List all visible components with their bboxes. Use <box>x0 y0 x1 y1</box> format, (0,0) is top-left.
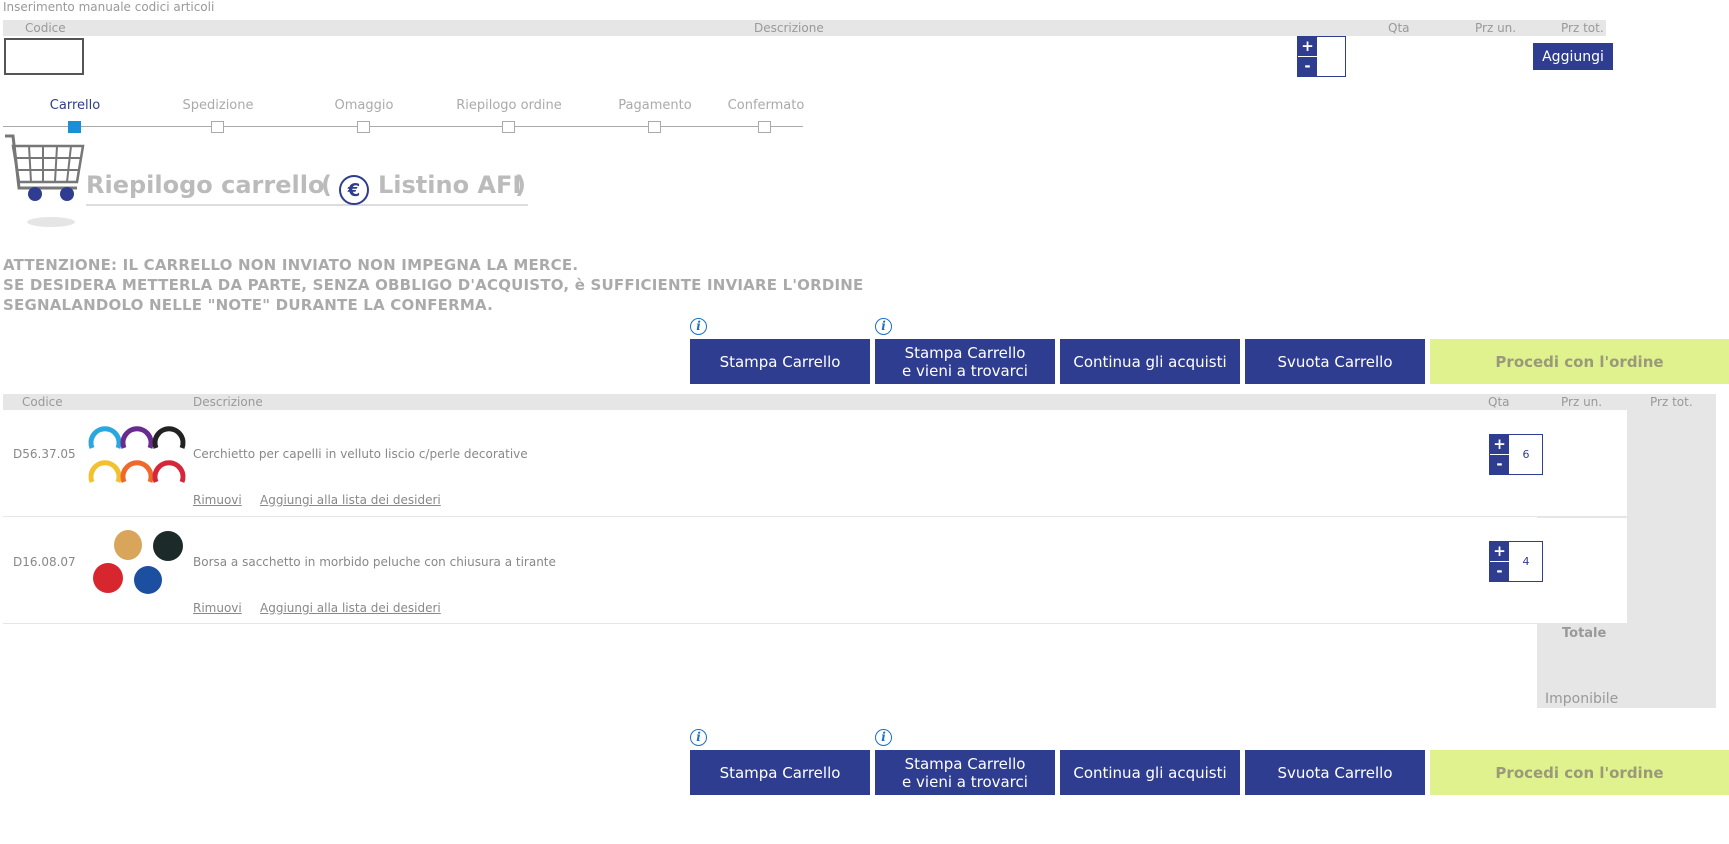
empty-cart-button[interactable]: Svuota Carrello <box>1245 339 1425 384</box>
manual-col-unit-price: Prz un. <box>1475 21 1517 35</box>
proceed-order-button[interactable]: Procedi con l'ordine <box>1430 750 1729 795</box>
remove-link[interactable]: Rimuovi <box>193 493 242 507</box>
row-description: Borsa a sacchetto in morbido peluche con… <box>193 555 556 569</box>
table-row <box>3 410 1627 517</box>
remove-link[interactable]: Rimuovi <box>193 601 242 615</box>
manual-col-total-price: Prz tot. <box>1561 21 1604 35</box>
table-row <box>3 518 1627 624</box>
manual-plus-button[interactable]: + <box>1298 37 1317 56</box>
wishlist-link[interactable]: Aggiungi alla lista dei desideri <box>260 493 441 507</box>
euro-icon: € <box>339 175 369 205</box>
proceed-order-button[interactable]: Procedi con l'ordine <box>1430 339 1729 384</box>
step-marker <box>502 121 515 133</box>
step-marker <box>758 121 771 133</box>
manual-entry-title: Inserimento manuale codici articoli <box>3 0 215 14</box>
cart-col-qty: Qta <box>1488 395 1510 409</box>
wishlist-link[interactable]: Aggiungi alla lista dei desideri <box>260 601 441 615</box>
steps-line <box>3 126 803 127</box>
total-label: Totale <box>1562 626 1607 641</box>
minus-button[interactable]: - <box>1490 562 1509 581</box>
listino-label: Listino AFI <box>378 171 522 199</box>
warning-line-1: ATTENZIONE: IL CARRELLO NON INVIATO NON … <box>3 256 579 274</box>
step-confermato: Confermato <box>727 98 805 113</box>
manual-col-qty: Qta <box>1388 21 1410 35</box>
product-image-bags <box>93 530 183 594</box>
warning-line-2: SE DESIDERA METTERLA DA PARTE, SENZA OBB… <box>3 276 864 294</box>
step-marker <box>648 121 661 133</box>
product-image-headbands <box>88 426 186 483</box>
info-icon[interactable]: i <box>875 729 892 746</box>
plus-button[interactable]: + <box>1490 435 1509 454</box>
continue-shopping-button[interactable]: Continua gli acquisti <box>1060 339 1240 384</box>
row-code: D16.08.07 <box>13 555 76 569</box>
step-riepilogo: Riepilogo ordine <box>456 98 562 113</box>
step-carrello: Carrello <box>49 98 101 113</box>
page-title: Riepilogo carrello <box>86 171 325 199</box>
cart-col-unit-price: Prz un. <box>1561 395 1603 409</box>
print-visit-line-2: e vieni a trovarci <box>902 772 1028 791</box>
add-button[interactable]: Aggiungi <box>1533 43 1613 70</box>
cart-col-code: Codice <box>22 395 63 409</box>
cart-icon <box>5 134 85 227</box>
manual-col-code: Codice <box>25 21 66 35</box>
print-visit-button[interactable]: Stampa Carrello e vieni a trovarci <box>875 339 1055 384</box>
print-cart-button[interactable]: Stampa Carrello <box>690 750 870 795</box>
continue-shopping-button[interactable]: Continua gli acquisti <box>1060 750 1240 795</box>
info-icon[interactable]: i <box>690 318 707 335</box>
info-icon[interactable]: i <box>875 318 892 335</box>
code-input[interactable] <box>4 38 84 75</box>
heading-open-paren: ( <box>321 171 332 199</box>
print-visit-button[interactable]: Stampa Carrello e vieni a trovarci <box>875 750 1055 795</box>
step-marker <box>211 121 224 133</box>
manual-minus-button[interactable]: - <box>1298 57 1317 76</box>
heading-close-paren: ) <box>515 171 526 199</box>
print-visit-line-1: Stampa Carrello <box>904 754 1026 773</box>
step-marker <box>357 121 370 133</box>
step-pagamento: Pagamento <box>618 98 692 113</box>
cart-col-desc: Descrizione <box>193 395 263 409</box>
minus-button[interactable]: - <box>1490 455 1509 474</box>
taxable-label: Imponibile <box>1545 691 1619 707</box>
manual-col-desc: Descrizione <box>754 21 824 35</box>
step-spedizione: Spedizione <box>182 98 254 113</box>
print-visit-line-2: e vieni a trovarci <box>902 361 1028 380</box>
plus-button[interactable]: + <box>1490 542 1509 561</box>
print-cart-button[interactable]: Stampa Carrello <box>690 339 870 384</box>
row-code: D56.37.05 <box>13 447 76 461</box>
print-visit-line-1: Stampa Carrello <box>904 343 1026 362</box>
warning-line-3: SEGNALANDOLO NELLE "NOTE" DURANTE LA CON… <box>3 296 493 314</box>
cart-col-total-price: Prz tot. <box>1650 395 1693 409</box>
step-omaggio: Omaggio <box>334 98 394 113</box>
info-icon[interactable]: i <box>690 729 707 746</box>
empty-cart-button[interactable]: Svuota Carrello <box>1245 750 1425 795</box>
row-description: Cerchietto per capelli in velluto liscio… <box>193 447 528 461</box>
